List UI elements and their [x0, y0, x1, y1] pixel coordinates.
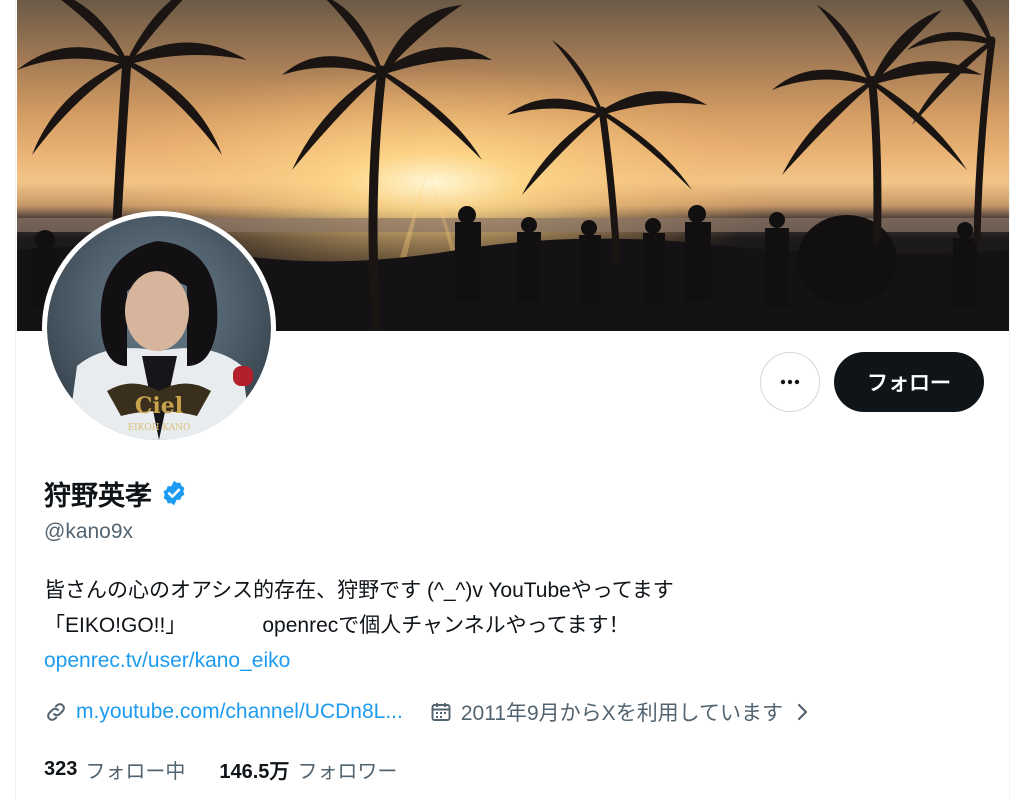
- website-item[interactable]: m.youtube.com/channel/UCDn8L...: [44, 700, 403, 724]
- display-name: 狩野英孝: [44, 480, 152, 511]
- avatar-caption: EIKOH KANO: [128, 423, 191, 433]
- following-count: 323: [44, 757, 78, 780]
- follow-stats: 323 フォロー中 146.5万 フォロワー: [44, 752, 397, 786]
- right-column-border: [1009, 0, 1024, 800]
- bio-link[interactable]: openrec.tv/user/kano_eiko: [44, 643, 984, 678]
- following-label: フォロー中: [85, 760, 186, 783]
- followers-stat[interactable]: 146.5万 フォロワー: [219, 755, 397, 784]
- following-stat[interactable]: 323 フォロー中: [44, 755, 185, 784]
- bio: 皆さんの心のオアシス的存在、狩野です (^_^)v YouTubeやってます 「…: [44, 573, 984, 678]
- link-icon: [47, 703, 65, 721]
- website-link[interactable]: m.youtube.com/channel/UCDn8L...: [76, 700, 403, 724]
- more-horizontal-icon: [780, 379, 800, 385]
- bio-line-2: 「EIKO!GO!!」 openrecで個人チャンネルやってます！: [44, 608, 984, 643]
- followers-label: フォロワー: [297, 760, 398, 783]
- joined-item[interactable]: 2011年9月からXを利用しています: [429, 697, 811, 727]
- bio-line-1: 皆さんの心のオアシス的存在、狩野です (^_^)v YouTubeやってます: [44, 579, 674, 602]
- profile-avatar[interactable]: Ciel EIKOH KANO: [42, 211, 276, 445]
- follow-button[interactable]: フォロー: [834, 352, 984, 412]
- chevron-right-icon[interactable]: [793, 701, 811, 723]
- verified-badge-icon[interactable]: [160, 479, 188, 507]
- bio-line-2-part-2: openrecで個人チャンネルやってます！: [262, 614, 630, 637]
- handle: @kano9x: [44, 520, 134, 543]
- followers-count: 146.5万: [219, 760, 290, 783]
- left-column-border: [0, 0, 16, 800]
- more-options-button[interactable]: [760, 352, 820, 412]
- joined-date: 2011年9月からXを利用しています: [460, 702, 784, 725]
- profile-meta: m.youtube.com/channel/UCDn8L... 2011年9月か…: [44, 694, 811, 730]
- bio-line-2-part-1: 「EIKO!GO!!」: [44, 614, 187, 637]
- avatar-logo-text: Ciel: [135, 393, 183, 419]
- profile-page: Ciel EIKOH KANO フォロー 狩野英孝 @kano9x 皆さんの心の…: [0, 0, 1024, 800]
- display-name-row: 狩野英孝: [44, 476, 188, 511]
- calendar-icon: [431, 703, 451, 721]
